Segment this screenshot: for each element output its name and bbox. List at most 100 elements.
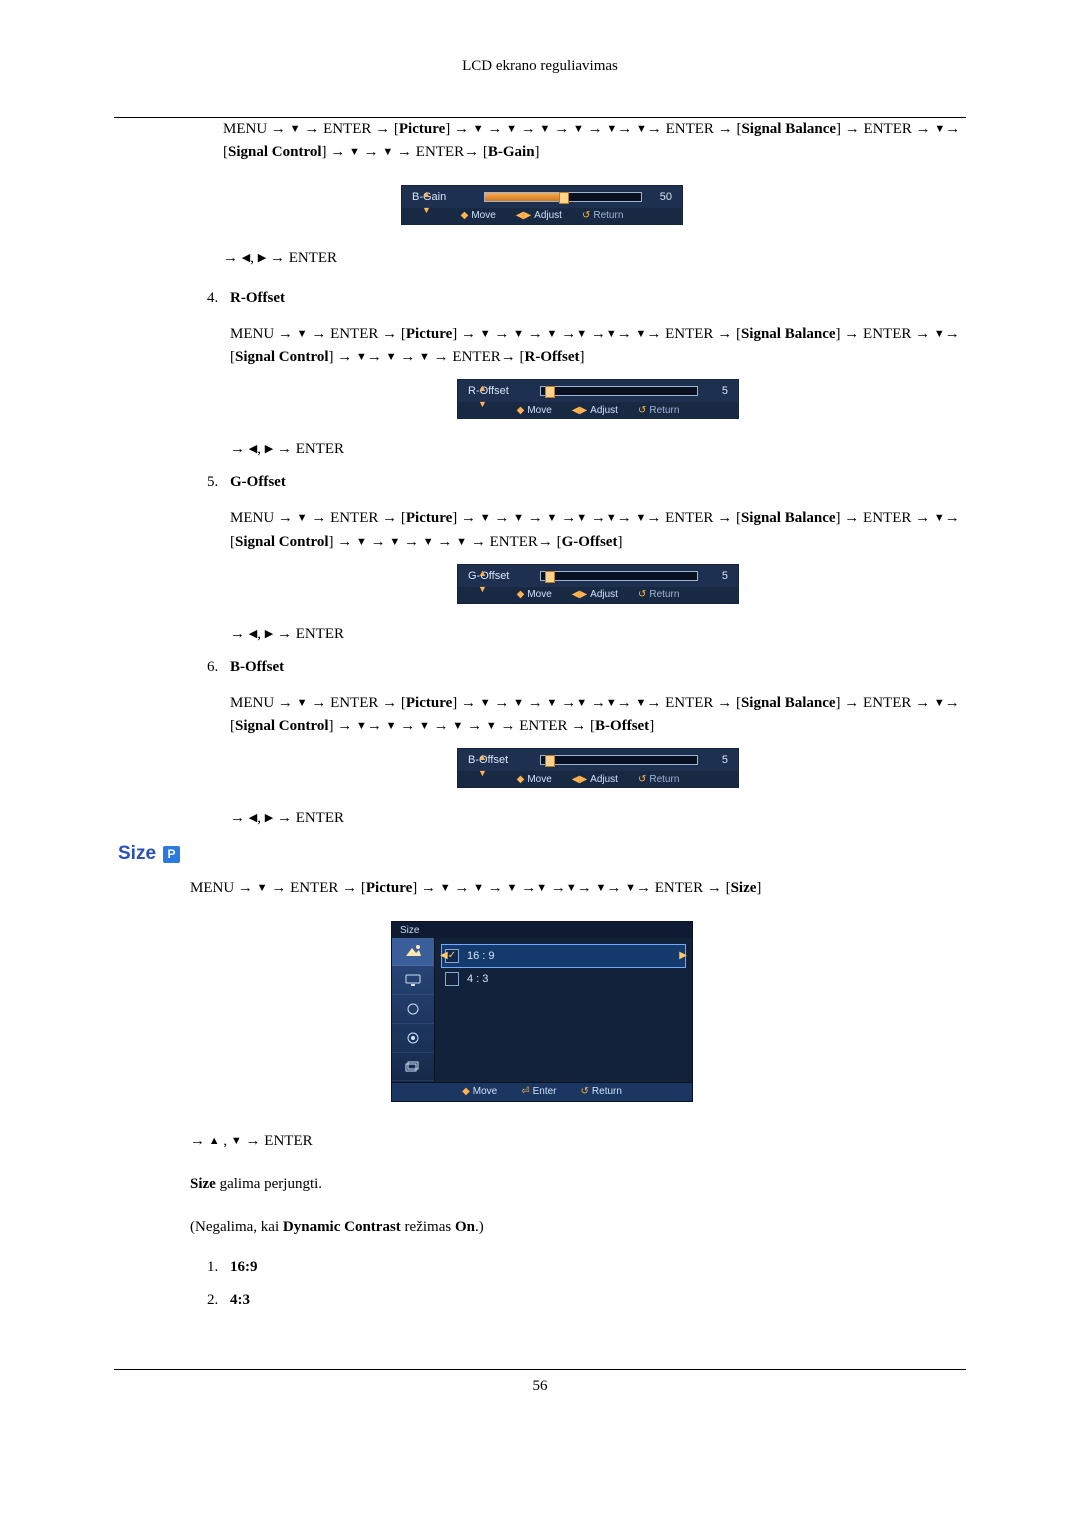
item-title: B-Offset bbox=[230, 659, 284, 675]
size-opt-label: 16:9 bbox=[230, 1259, 258, 1275]
menu-label: MENU bbox=[223, 121, 267, 137]
enter-label: ENTER bbox=[296, 441, 344, 457]
size-title-text: Size bbox=[118, 843, 156, 865]
down-icon bbox=[480, 326, 491, 342]
p-badge-icon: P bbox=[163, 846, 180, 863]
size-option-16-9[interactable]: ◀ ✓ 16 : 9 ▶ bbox=[441, 944, 686, 968]
size-menu-sidebar bbox=[392, 938, 435, 1082]
down-icon bbox=[506, 121, 517, 137]
osd-value: 5 bbox=[706, 385, 728, 397]
enter-label: ENTER bbox=[665, 510, 713, 526]
size-list-1: 16:9 bbox=[222, 1259, 966, 1276]
down-icon bbox=[606, 510, 617, 526]
enter-label: ENTER bbox=[330, 326, 378, 342]
caret-up-icon: ▲ bbox=[478, 569, 487, 578]
down-icon bbox=[635, 326, 646, 342]
hint-return: ↺Return bbox=[638, 405, 679, 416]
enter-label: ENTER bbox=[330, 695, 378, 711]
down-icon bbox=[356, 534, 367, 550]
enter-label: ENTER bbox=[490, 534, 538, 550]
down-icon bbox=[257, 880, 268, 896]
enter-label: ENTER bbox=[666, 121, 714, 137]
down-icon bbox=[625, 880, 636, 896]
left-icon bbox=[242, 250, 250, 266]
sidebar-tab-multi[interactable] bbox=[392, 1053, 434, 1082]
goffset-label: G-Offset bbox=[562, 534, 618, 550]
dynamic-contrast-bold: Dynamic Contrast bbox=[283, 1219, 401, 1235]
on-bold: On bbox=[455, 1219, 475, 1235]
gear-icon bbox=[406, 1031, 420, 1045]
hint-adjust: ◀▶Adjust bbox=[572, 405, 618, 416]
osd-value: 5 bbox=[706, 754, 728, 766]
right-icon bbox=[265, 441, 273, 457]
down-icon bbox=[452, 718, 463, 734]
down-icon bbox=[297, 510, 308, 526]
enter-label: ENTER bbox=[330, 510, 378, 526]
picture-label: Picture bbox=[406, 695, 452, 711]
caret-up-icon: ▲ bbox=[478, 753, 487, 762]
size-bold: Size bbox=[190, 1176, 216, 1192]
item-title: R-Offset bbox=[230, 290, 285, 306]
enter-label: ENTER bbox=[416, 144, 464, 160]
option-label: 16 : 9 bbox=[467, 950, 495, 962]
osd-slider[interactable] bbox=[540, 571, 698, 581]
enter-label: ENTER bbox=[863, 326, 911, 342]
osd-label: R-Offset bbox=[468, 385, 509, 397]
osd-goffset: ▲ G-Offset ▼ 5 ◆Move ◀▶Adj bbox=[457, 564, 739, 604]
monitor-icon bbox=[405, 974, 421, 986]
list-item-boffset: B-Offset MENU → → ENTER → [Picture] → → … bbox=[222, 659, 966, 828]
picture-label: Picture bbox=[406, 510, 452, 526]
down-icon bbox=[480, 695, 491, 711]
down-icon bbox=[576, 510, 587, 526]
nav-path-boffset: MENU → → ENTER → [Picture] → → → → →→ → … bbox=[230, 692, 966, 739]
down-icon bbox=[934, 695, 945, 711]
nav-enter-goffset: → , → ENTER bbox=[230, 626, 966, 643]
size-list-2: 4:3 bbox=[222, 1292, 966, 1309]
down-icon bbox=[636, 121, 647, 137]
osd-label: B-Offset bbox=[468, 754, 508, 766]
hint-return: ↺Return bbox=[581, 1086, 622, 1097]
nav-enter-boffset: → , → ENTER bbox=[230, 810, 966, 827]
down-icon bbox=[513, 326, 524, 342]
enter-label: ENTER bbox=[452, 349, 500, 365]
sidebar-tab-source[interactable] bbox=[392, 966, 434, 995]
item-title: G-Offset bbox=[230, 474, 286, 490]
down-icon bbox=[297, 326, 308, 342]
signal-control-label: Signal Control bbox=[235, 718, 329, 734]
signal-control-label: Signal Control bbox=[228, 144, 322, 160]
bgain-label: B-Gain bbox=[488, 144, 535, 160]
signal-balance-label: Signal Balance bbox=[741, 326, 836, 342]
menu-label: MENU bbox=[190, 880, 234, 896]
osd-value: 50 bbox=[650, 191, 672, 203]
osd-slider[interactable] bbox=[484, 192, 642, 202]
picture-label: Picture bbox=[366, 880, 412, 896]
size-option-4-3[interactable]: 4 : 3 bbox=[445, 968, 682, 990]
down-icon bbox=[297, 695, 308, 711]
osd-boffset: ▲ B-Offset ▼ 5 ◆Move ◀▶Adj bbox=[457, 748, 739, 788]
down-icon bbox=[934, 326, 945, 342]
down-icon bbox=[389, 534, 400, 550]
screens-icon bbox=[405, 1061, 421, 1073]
enter-label: ENTER bbox=[519, 718, 567, 734]
nav-enter-roffset: → , → ENTER bbox=[230, 441, 966, 458]
down-icon bbox=[540, 121, 551, 137]
hint-adjust: ◀▶Adjust bbox=[516, 210, 562, 221]
enter-label: ENTER bbox=[296, 626, 344, 642]
sidebar-tab-gear[interactable] bbox=[392, 1024, 434, 1053]
down-icon bbox=[507, 880, 518, 896]
text: režimas bbox=[401, 1219, 455, 1235]
hint-move: ◆Move bbox=[517, 405, 552, 416]
enter-label: ENTER bbox=[864, 121, 912, 137]
sidebar-tab-picture[interactable] bbox=[392, 938, 434, 967]
hint-move: ◆Move bbox=[461, 210, 496, 221]
down-icon bbox=[635, 695, 646, 711]
osd-slider[interactable] bbox=[540, 386, 698, 396]
sidebar-tab-circle1[interactable] bbox=[392, 995, 434, 1024]
down-icon bbox=[547, 510, 558, 526]
size-body-1: Size galima perjungti. bbox=[118, 1173, 966, 1196]
hint-move: ◆Move bbox=[517, 589, 552, 600]
down-icon bbox=[386, 349, 397, 365]
osd-slider[interactable] bbox=[540, 755, 698, 765]
osd-roffset: ▲ R-Offset ▼ 5 ◆Move ◀▶Adj bbox=[457, 379, 739, 419]
down-icon bbox=[934, 510, 945, 526]
